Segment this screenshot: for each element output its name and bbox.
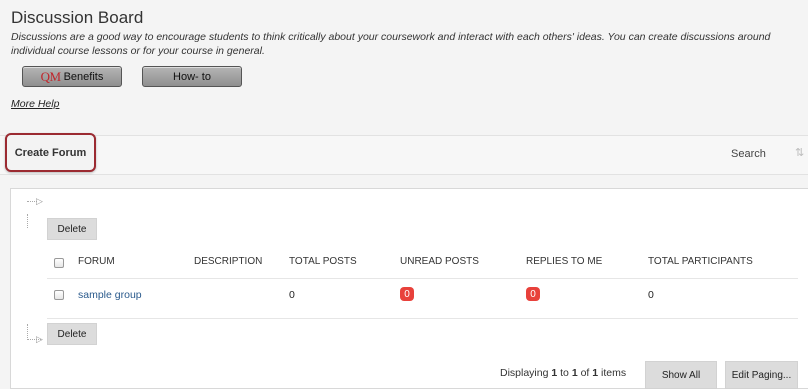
column-header-total-posts[interactable]: TOTAL POSTS <box>289 256 357 267</box>
delete-button-bottom[interactable]: Delete <box>47 323 97 345</box>
tree-connector-top-vertical <box>27 214 41 228</box>
edit-paging-button[interactable]: Edit Paging... <box>725 361 798 389</box>
how-to-button[interactable]: How- to <box>142 66 242 87</box>
qm-logo: QM <box>40 68 61 84</box>
sort-icon[interactable]: ⇅ <box>795 146 804 159</box>
row-checkbox[interactable] <box>54 290 64 300</box>
total-posts-value: 0 <box>289 289 295 301</box>
column-header-forum[interactable]: FORUM <box>78 256 115 267</box>
delete-button-top[interactable]: Delete <box>47 218 97 240</box>
table-divider-bottom <box>47 318 798 319</box>
paging-summary: Displaying 1 to 1 of 1 items <box>500 367 627 379</box>
select-all-checkbox[interactable] <box>54 258 64 268</box>
unread-posts-badge[interactable]: 0 <box>400 287 414 301</box>
arrow-right-icon: ▷ <box>36 196 43 206</box>
column-header-total-participants[interactable]: TOTAL PARTICIPANTS <box>648 256 753 267</box>
qm-benefits-label: Benefits <box>63 70 104 83</box>
replies-to-me-badge[interactable]: 0 <box>526 287 540 301</box>
page-title: Discussion Board <box>11 8 144 27</box>
more-help-link[interactable]: More Help <box>11 98 59 110</box>
create-forum-button[interactable]: Create Forum <box>5 133 96 172</box>
total-participants-value: 0 <box>648 289 654 301</box>
page-description: Discussions are a good way to encourage … <box>11 31 771 57</box>
column-header-unread-posts[interactable]: UNREAD POSTS <box>400 256 479 267</box>
column-header-description[interactable]: DESCRIPTION <box>194 256 262 267</box>
search-button[interactable]: Search <box>731 148 766 160</box>
qm-benefits-button[interactable]: QM Benefits <box>22 66 122 87</box>
action-bar <box>0 135 808 175</box>
arrow-right-icon: ▷ <box>36 334 43 344</box>
forum-link[interactable]: sample group <box>78 289 142 301</box>
column-header-replies-to-me[interactable]: REPLIES TO ME <box>526 256 602 267</box>
table-divider <box>47 278 798 279</box>
show-all-button[interactable]: Show All <box>645 361 717 389</box>
